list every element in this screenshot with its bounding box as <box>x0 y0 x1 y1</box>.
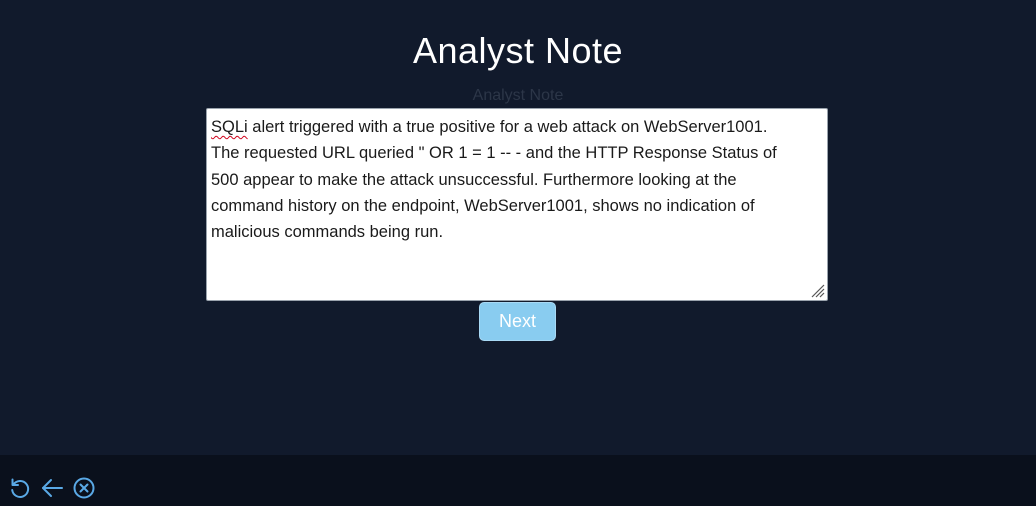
analyst-note-page: Analyst Note Analyst Note SQLi alert tri… <box>0 0 1036 506</box>
next-button[interactable]: Next <box>479 302 556 341</box>
page-title: Analyst Note <box>412 30 624 71</box>
resize-handle-icon[interactable] <box>809 282 825 298</box>
note-field-label: Analyst Note <box>472 87 564 104</box>
main-panel: Analyst Note Analyst Note SQLi alert tri… <box>0 0 1036 455</box>
analyst-note-textarea[interactable]: SQLi alert triggered with a true positiv… <box>206 108 828 301</box>
note-body-text: alert triggered with a true positive for… <box>211 118 777 242</box>
analyst-note-text[interactable]: SQLi alert triggered with a true positiv… <box>211 114 823 245</box>
close-circle-icon[interactable] <box>72 476 96 500</box>
back-arrow-icon[interactable] <box>40 476 64 500</box>
footer-toolbar <box>0 455 1036 506</box>
refresh-icon[interactable] <box>8 476 32 500</box>
misspelled-word: SQLi <box>211 118 248 136</box>
